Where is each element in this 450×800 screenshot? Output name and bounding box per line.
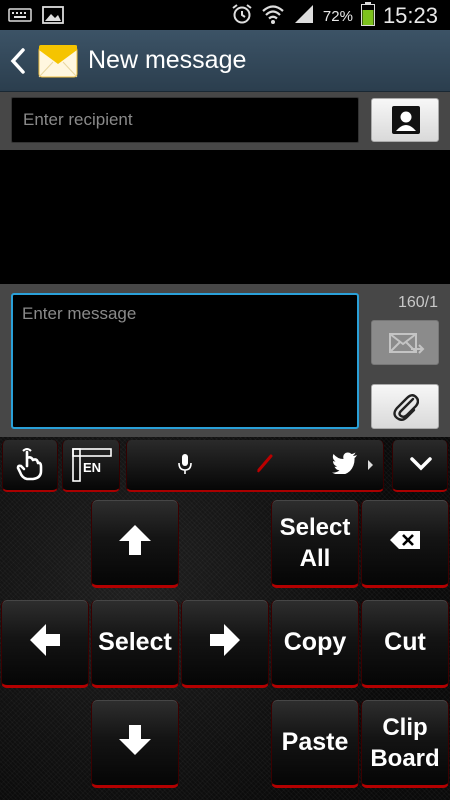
twitter-icon[interactable] — [332, 452, 358, 479]
toolbar-panel — [126, 440, 384, 492]
select-label: Select — [98, 628, 172, 656]
battery-icon — [360, 1, 375, 31]
send-message-icon — [389, 331, 425, 362]
image-icon — [42, 6, 64, 29]
language-button[interactable]: EN — [62, 440, 120, 492]
backspace-icon — [388, 530, 422, 555]
select-key[interactable]: Select — [91, 600, 179, 688]
arrow-left-icon — [28, 622, 62, 663]
conversation-area — [0, 150, 450, 284]
add-contact-button[interactable] — [371, 98, 439, 142]
char-counter: 160/1 — [397, 294, 438, 311]
touch-gesture-icon — [15, 448, 47, 489]
paperclip-icon — [393, 393, 420, 426]
language-layout-icon: EN — [72, 447, 112, 483]
keyboard-icon — [8, 6, 32, 29]
recipient-bar — [0, 92, 450, 150]
hide-keyboard-button[interactable] — [392, 440, 448, 492]
cut-label: Cut — [384, 628, 426, 656]
copy-key[interactable]: Copy — [271, 600, 359, 688]
copy-label: Copy — [283, 628, 347, 656]
battery-percent: 72% — [322, 7, 353, 25]
send-button[interactable] — [371, 320, 439, 365]
gesture-button[interactable] — [2, 440, 58, 492]
arrow-up-icon — [117, 523, 153, 562]
microphone-icon[interactable] — [177, 452, 193, 481]
language-label: EN — [83, 460, 102, 475]
paste-key[interactable]: Paste — [271, 700, 359, 788]
paste-label: Paste — [281, 728, 349, 756]
clipboard-label: Clip Board — [370, 713, 440, 772]
attach-button[interactable] — [371, 384, 439, 429]
clock: 15:23 — [382, 3, 438, 28]
keyboard-toolbar: EN — [0, 437, 450, 497]
arrow-right-key[interactable] — [181, 600, 269, 688]
select-all-label: Select All — [279, 513, 351, 572]
select-all-key[interactable]: Select All — [271, 500, 359, 588]
chevron-right-icon[interactable] — [367, 458, 375, 476]
edit-keyboard: EN Select All Select Copy Cut Paste Clip… — [0, 437, 450, 800]
back-chevron-icon[interactable] — [8, 46, 28, 81]
arrow-down-icon — [117, 723, 153, 762]
message-input[interactable] — [11, 293, 359, 429]
wifi-icon — [261, 3, 285, 30]
action-bar: New message — [0, 30, 450, 92]
status-bar: 72% 15:23 — [0, 0, 450, 30]
arrow-right-icon — [208, 622, 242, 663]
alarm-icon — [231, 3, 253, 30]
page-title: New message — [88, 46, 247, 74]
pen-icon[interactable] — [255, 452, 277, 479]
compose-bar: 160/1 — [0, 284, 450, 437]
signal-icon — [293, 3, 315, 30]
messages-app-icon[interactable] — [38, 42, 78, 87]
contact-icon — [392, 106, 420, 139]
clipboard-key[interactable]: Clip Board — [361, 700, 449, 788]
backspace-key[interactable] — [361, 500, 449, 588]
arrow-up-key[interactable] — [91, 500, 179, 588]
cut-key[interactable]: Cut — [361, 600, 449, 688]
arrow-left-key[interactable] — [1, 600, 89, 688]
chevron-down-icon — [409, 456, 433, 477]
arrow-down-key[interactable] — [91, 700, 179, 788]
recipient-input[interactable] — [11, 97, 359, 143]
